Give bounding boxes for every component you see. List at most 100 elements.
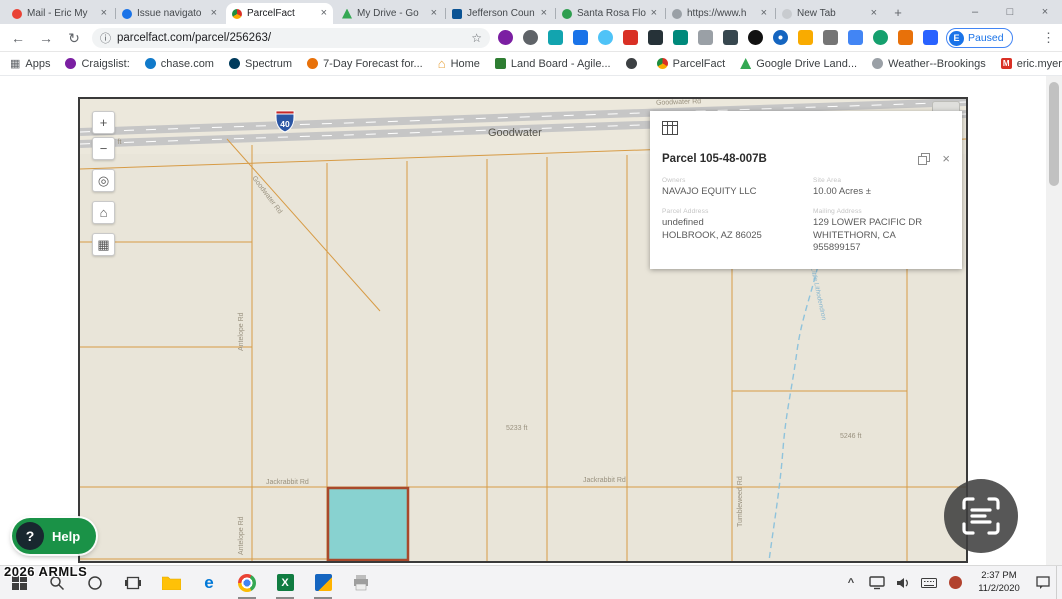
- zoom-out-button[interactable]: −: [92, 137, 115, 160]
- extension-icon[interactable]: [673, 30, 688, 45]
- cortana-button[interactable]: [76, 566, 114, 599]
- date-text: 11/2/2020: [968, 583, 1030, 595]
- tab-https[interactable]: https://www.h ×: [666, 3, 773, 24]
- bookmark-google-drive[interactable]: Google Drive Land...: [740, 58, 857, 70]
- bookmark-land-board[interactable]: Land Board - Agile...: [495, 58, 611, 70]
- minimize-button[interactable]: –: [958, 0, 992, 24]
- search-button[interactable]: [38, 566, 76, 599]
- show-desktop-button[interactable]: [1056, 566, 1062, 599]
- extension-icon[interactable]: [848, 30, 863, 45]
- site-info-icon[interactable]: ⓘ: [100, 30, 111, 46]
- tab-close-icon[interactable]: ×: [101, 8, 107, 19]
- parcel-address-field: Parcel Address undefined HOLBROOK, AZ 86…: [662, 208, 799, 255]
- tab-label: Issue navigato: [137, 8, 208, 19]
- extension-icon[interactable]: [923, 30, 938, 45]
- site-area-field: Site Area 10.00 Acres ±: [813, 177, 950, 199]
- excel-icon[interactable]: X: [266, 566, 304, 599]
- tab-jefferson-county[interactable]: Jefferson Coun ×: [446, 3, 553, 24]
- scan-icon: [961, 496, 1001, 536]
- sync-paused-badge[interactable]: E Paused: [946, 28, 1013, 48]
- address-bar[interactable]: ⓘ parcelfact.com/parcel/256263/ ☆: [92, 28, 490, 48]
- help-label: Help: [52, 529, 80, 544]
- tab-close-icon[interactable]: ×: [211, 8, 217, 19]
- start-button[interactable]: [0, 566, 38, 599]
- pinned-app-icon[interactable]: [304, 566, 342, 599]
- basemap-button[interactable]: ▦: [92, 233, 115, 256]
- tab-mail[interactable]: Mail - Eric My ×: [6, 3, 113, 24]
- extension-icon[interactable]: [598, 30, 613, 45]
- card-close-icon[interactable]: ×: [942, 152, 950, 165]
- tab-label: Santa Rosa Flo: [577, 8, 648, 19]
- bookmark-globe[interactable]: [626, 58, 642, 69]
- edge-icon[interactable]: e: [190, 566, 228, 599]
- taskbar-clock[interactable]: 2:37 PM 11/2/2020: [968, 570, 1030, 595]
- bookmark-spectrum[interactable]: Spectrum: [229, 58, 292, 70]
- bookmark-forecast[interactable]: 7-Day Forecast for...: [307, 58, 423, 70]
- home-button[interactable]: ⌂: [92, 201, 115, 224]
- tab-new-tab[interactable]: New Tab ×: [776, 3, 883, 24]
- new-tab-button[interactable]: +: [888, 4, 908, 22]
- bookmark-weather-brookings[interactable]: Weather--Brookings: [872, 58, 986, 70]
- tray-display-icon[interactable]: [864, 566, 890, 599]
- tab-close-icon[interactable]: ×: [871, 8, 877, 19]
- tab-close-icon[interactable]: ×: [761, 8, 767, 19]
- help-logo-icon: ?: [16, 522, 44, 550]
- chrome-icon[interactable]: [228, 566, 266, 599]
- task-view-button[interactable]: [114, 566, 152, 599]
- extension-icon[interactable]: [723, 30, 738, 45]
- back-button[interactable]: ←: [8, 29, 28, 47]
- generic-favicon: [672, 9, 682, 19]
- extension-icon[interactable]: [873, 30, 888, 45]
- tab-parcelfact[interactable]: ParcelFact ×: [226, 3, 333, 24]
- extension-icon[interactable]: [798, 30, 813, 45]
- zoom-in-button[interactable]: +: [92, 111, 115, 134]
- craigslist-icon: [65, 58, 76, 69]
- bookmark-home[interactable]: ⌂ Home: [438, 56, 480, 71]
- tray-notification-icon[interactable]: [942, 566, 968, 599]
- extension-icon[interactable]: [698, 30, 713, 45]
- help-button[interactable]: ? Help: [12, 518, 96, 554]
- reload-button[interactable]: ↻: [64, 29, 84, 47]
- extension-icon[interactable]: [748, 30, 763, 45]
- tray-volume-icon[interactable]: [890, 566, 916, 599]
- extension-icon[interactable]: [823, 30, 838, 45]
- extension-icon[interactable]: [773, 30, 788, 45]
- tray-keyboard-icon[interactable]: [916, 566, 942, 599]
- forward-button[interactable]: →: [36, 29, 56, 47]
- bookmark-chase[interactable]: chase.com: [145, 58, 214, 70]
- spectrum-icon: [229, 58, 240, 69]
- browser-menu-icon[interactable]: ⋮: [1042, 30, 1055, 46]
- bookmark-apps[interactable]: ▦ Apps: [10, 57, 50, 70]
- extension-icon[interactable]: [548, 30, 563, 45]
- scrollbar-thumb[interactable]: [1049, 82, 1059, 186]
- bookmark-email[interactable]: M eric.myers@landfar...: [1001, 58, 1062, 70]
- file-explorer-icon[interactable]: [152, 566, 190, 599]
- tab-close-icon[interactable]: ×: [541, 8, 547, 19]
- map-canvas[interactable]: 40 Goodwater Goodwater Rd Goodwater Rd A…: [78, 97, 968, 563]
- tab-issue-navigator[interactable]: Issue navigato ×: [116, 3, 223, 24]
- tab-close-icon[interactable]: ×: [431, 8, 437, 19]
- extension-icon[interactable]: [623, 30, 638, 45]
- bookmark-parcelfact[interactable]: ParcelFact: [657, 58, 726, 70]
- tab-santa-rosa[interactable]: Santa Rosa Flo ×: [556, 3, 663, 24]
- extension-icon[interactable]: [498, 30, 513, 45]
- extension-icon[interactable]: [573, 30, 588, 45]
- copy-icon[interactable]: [918, 153, 930, 165]
- close-button[interactable]: ×: [1028, 0, 1062, 24]
- extension-icon[interactable]: [523, 30, 538, 45]
- tab-close-icon[interactable]: ×: [321, 8, 327, 19]
- action-center-icon[interactable]: [1030, 566, 1056, 599]
- maximize-button[interactable]: □: [993, 0, 1027, 24]
- printer-icon[interactable]: [342, 566, 380, 599]
- extension-icon[interactable]: [648, 30, 663, 45]
- tab-close-icon[interactable]: ×: [651, 8, 657, 19]
- bookmark-craigslist[interactable]: Craigslist:: [65, 58, 129, 70]
- selected-parcel[interactable]: [328, 488, 408, 560]
- tab-my-drive[interactable]: My Drive - Go ×: [336, 3, 443, 24]
- land-board-icon: [495, 58, 506, 69]
- extension-icon[interactable]: [898, 30, 913, 45]
- tray-chevron-icon[interactable]: ^: [838, 566, 864, 599]
- bookmark-label: Home: [451, 58, 480, 70]
- locate-button[interactable]: ◎: [92, 169, 115, 192]
- bookmark-star-icon[interactable]: ☆: [471, 31, 482, 45]
